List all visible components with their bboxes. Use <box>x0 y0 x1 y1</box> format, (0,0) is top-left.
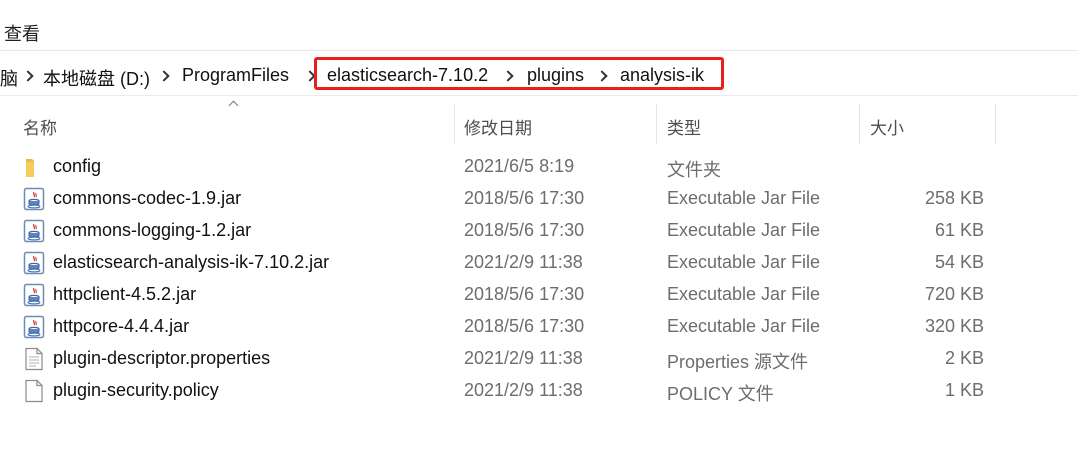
column-divider[interactable] <box>859 104 860 144</box>
file-type: Executable Jar File <box>667 220 821 240</box>
jar-file-icon <box>23 315 45 339</box>
menu-view[interactable]: 查看 <box>4 20 40 46</box>
file-type: Properties 源文件 <box>667 352 809 372</box>
column-divider[interactable] <box>656 104 657 144</box>
jar-file-icon <box>23 251 45 275</box>
file-name: plugin-security.policy <box>53 380 219 400</box>
file-type: POLICY 文件 <box>667 384 774 404</box>
file-size: 720 KB <box>924 284 984 304</box>
file-row[interactable]: plugin-descriptor.properties 2021/2/9 11:… <box>0 344 1078 376</box>
file-row[interactable]: commons-codec-1.9.jar 2018/5/6 17:30 Execu… <box>0 184 1078 216</box>
file-type: 文件夹 <box>667 160 721 180</box>
file-date: 2021/2/9 11:38 <box>464 252 583 272</box>
file-type: Executable Jar File <box>667 316 821 336</box>
file-name: plugin-descriptor.properties <box>53 348 271 368</box>
jar-file-icon <box>23 219 45 243</box>
file-size: 258 KB <box>924 188 984 208</box>
file-date: 2018/5/6 17:30 <box>464 284 585 304</box>
file-type: Executable Jar File <box>667 252 821 272</box>
jar-file-icon <box>23 283 45 307</box>
file-name: elasticsearch-analysis-ik-7.10.2.jar <box>53 252 330 272</box>
chevron-right-icon[interactable] <box>22 69 36 83</box>
file-row[interactable]: httpcore-4.4.4.jar 2018/5/6 17:30 Executab… <box>0 312 1078 344</box>
file-row[interactable]: commons-logging-1.2.jar 2018/5/6 17:30 Exe… <box>0 216 1078 248</box>
file-date: 2021/2/9 11:38 <box>464 380 583 400</box>
file-size: 320 KB <box>924 316 984 336</box>
file-row[interactable]: plugin-security.policy 2021/2/9 11:38 POLI… <box>0 376 1078 408</box>
chevron-right-icon[interactable] <box>158 69 172 83</box>
file-size: 54 KB <box>934 252 984 272</box>
breadcrumb-highlight-box <box>314 57 724 90</box>
file-size: 61 KB <box>934 220 984 240</box>
file-type: Executable Jar File <box>667 188 821 208</box>
file-type: Executable Jar File <box>667 284 821 304</box>
breadcrumb-programfiles[interactable]: ProgramFiles <box>182 65 289 86</box>
file-name: httpcore-4.4.4.jar <box>53 316 190 336</box>
file-size: 2 KB <box>944 348 984 368</box>
column-header-size[interactable]: 大小 <box>870 114 904 139</box>
column-divider[interactable] <box>454 104 455 144</box>
file-size: 1 KB <box>944 380 984 400</box>
file-name: config <box>53 156 102 176</box>
file-name: httpclient-4.5.2.jar <box>53 284 197 304</box>
folder-icon <box>23 155 45 179</box>
file-date: 2018/5/6 17:30 <box>464 220 585 240</box>
breadcrumb-local-disk-d[interactable]: 本地磁盘 (D:) <box>43 65 150 91</box>
file-date: 2021/6/5 8:19 <box>464 156 575 176</box>
properties-file-icon <box>23 347 45 371</box>
file-date: 2018/5/6 17:30 <box>464 188 585 208</box>
breadcrumb-this-pc[interactable]: 脑 <box>0 65 18 91</box>
column-header-date[interactable]: 修改日期 <box>464 114 532 139</box>
file-row[interactable]: config 2021/6/5 8:19 文件夹 <box>0 152 1078 184</box>
file-name: commons-logging-1.2.jar <box>53 220 252 240</box>
file-row[interactable]: httpclient-4.5.2.jar 2018/5/6 17:30 Execut… <box>0 280 1078 312</box>
jar-file-icon <box>23 187 45 211</box>
file-date: 2021/2/9 11:38 <box>464 348 583 368</box>
column-divider[interactable] <box>995 104 996 144</box>
column-header-name[interactable]: 名称 <box>23 114 57 139</box>
menu-bar: 查看 <box>0 0 1078 51</box>
file-date: 2018/5/6 17:30 <box>464 316 585 336</box>
policy-file-icon <box>23 379 45 403</box>
file-row[interactable]: elasticsearch-analysis-ik-7.10.2.jar 2021… <box>0 248 1078 280</box>
column-header-type[interactable]: 类型 <box>667 114 701 139</box>
file-name: commons-codec-1.9.jar <box>53 188 242 208</box>
column-header-row: 名称 修改日期 类型 大小 <box>0 104 1078 144</box>
